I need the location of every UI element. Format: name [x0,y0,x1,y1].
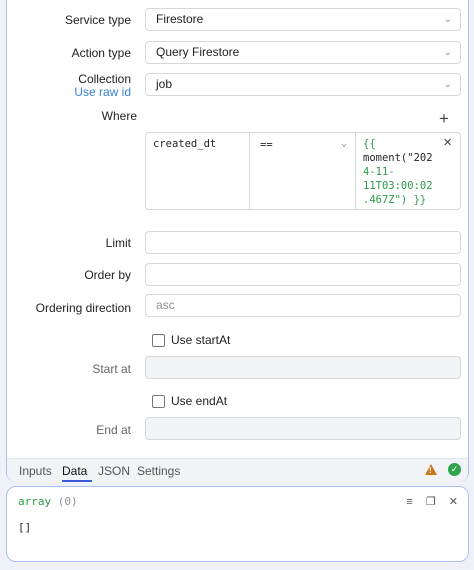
where-value-line: 11T03:00:02 [363,180,433,192]
collection-select[interactable]: job ⌄ [145,73,461,96]
collection-value: job [156,77,173,91]
result-type-name: array [18,495,52,508]
chevron-down-icon: ⌄ [443,14,452,25]
service-type-label: Service type [64,13,131,27]
where-value-line: {{ [363,138,376,150]
start-at-input [145,356,461,379]
use-start-at-checkbox[interactable] [152,334,165,347]
action-type-value: Query Firestore [156,45,240,59]
panel-tabs: Inputs Data JSON Settings ! ✓ [7,458,468,482]
result-count: (0) [57,495,78,508]
order-by-input[interactable] [145,263,461,286]
limit-label: Limit [105,236,131,250]
result-value: [] [18,521,32,534]
use-end-at-checkbox[interactable] [152,395,165,408]
ordering-direction-input[interactable]: asc [145,294,461,317]
limit-input[interactable] [145,231,461,254]
ordering-direction-placeholder: asc [156,298,175,312]
use-start-at-label: Use startAt [171,333,231,347]
ordering-direction-label: Ordering direction [35,301,131,315]
where-condition-row: created_dt == ⌄ {{ moment("202 4-11- 11T… [145,132,461,210]
result-toolbar: ≡ ❐ ✕ [396,495,458,508]
end-at-label: End at [96,423,131,437]
chevron-down-icon: ⌄ [443,47,452,58]
result-panel: array (0) ≡ ❐ ✕ [] [6,486,469,562]
where-value-input[interactable]: {{ moment("202 4-11- 11T03:00:02 .467Z")… [356,133,460,209]
add-condition-button[interactable]: + [439,109,449,129]
tab-json[interactable]: JSON [98,464,130,478]
action-type-label: Action type [71,46,131,60]
check-icon[interactable]: ✓ [448,463,461,476]
where-label: Where [101,109,137,123]
use-raw-id-link[interactable]: Use raw id [74,85,131,99]
end-at-input [145,417,461,440]
where-value-line: moment("202 [363,152,433,164]
collapse-lines-icon[interactable]: ≡ [406,496,412,508]
close-icon[interactable]: ✕ [449,496,458,508]
collection-label: Collection [78,72,131,86]
tab-settings[interactable]: Settings [137,464,180,478]
where-operator-select[interactable]: == ⌄ [250,133,356,209]
active-tab-indicator [62,480,92,482]
tab-data[interactable]: Data [62,464,87,478]
start-at-label: Start at [92,362,131,376]
where-operator-value: == [260,139,273,151]
copy-icon[interactable]: ❐ [426,496,436,508]
where-field-input[interactable]: created_dt [146,133,250,209]
action-type-select[interactable]: Query Firestore ⌄ [145,41,461,64]
where-value-line: .467Z") }} [363,194,427,206]
chevron-down-icon: ⌄ [340,138,347,149]
close-icon[interactable]: × [443,135,452,150]
service-type-select[interactable]: Firestore ⌄ [145,8,461,31]
chevron-down-icon: ⌄ [443,79,452,90]
tab-inputs[interactable]: Inputs [19,464,52,478]
warning-icon[interactable]: ! [425,464,437,475]
use-end-at-label: Use endAt [171,394,228,408]
result-type: array (0) [18,495,78,508]
query-form-panel: Service type Firestore ⌄ Action type Que… [6,0,469,482]
service-type-value: Firestore [156,12,204,26]
order-by-label: Order by [84,268,131,282]
where-value-line: 4-11- [363,166,395,178]
